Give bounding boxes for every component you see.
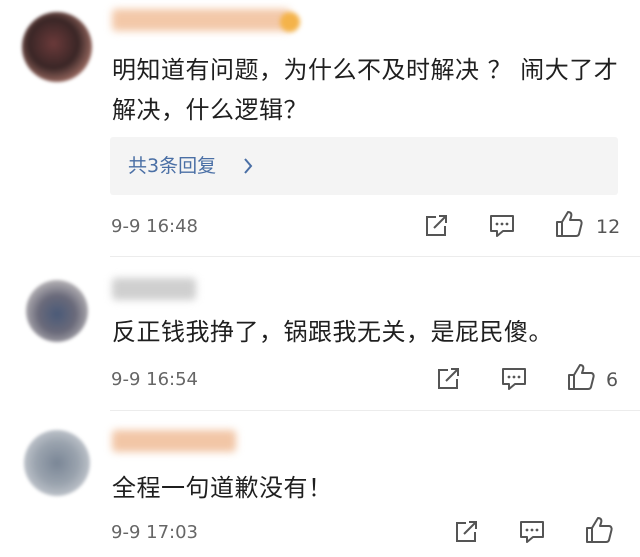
like-button[interactable]	[584, 515, 614, 545]
like-icon	[568, 364, 595, 390]
comment-button[interactable]	[518, 518, 546, 548]
share-button[interactable]	[422, 212, 450, 242]
vip-badge-icon	[280, 12, 300, 32]
share-button[interactable]	[452, 518, 480, 548]
timestamp: 9-9 16:48	[111, 216, 198, 237]
share-icon	[456, 521, 477, 542]
replies-link[interactable]: 共3条回复	[110, 137, 618, 195]
comment-text: 明知道有问题，为什么不及时解决 ？ 闹大了才解决，什么逻辑？	[112, 56, 619, 124]
share-icon	[438, 368, 459, 389]
comment-button[interactable]	[488, 212, 516, 242]
divider	[110, 410, 640, 411]
chevron-right-icon	[242, 137, 254, 217]
avatar[interactable]	[24, 430, 90, 496]
comment-button[interactable]	[500, 365, 528, 395]
timestamp: 9-9 16:54	[111, 369, 198, 390]
comment-icon	[520, 521, 544, 543]
avatar[interactable]	[26, 280, 88, 342]
share-button[interactable]	[434, 365, 462, 395]
replies-label: 共3条回复	[128, 155, 217, 177]
like-icon	[556, 211, 583, 237]
avatar[interactable]	[22, 12, 92, 82]
comment-text: 反正钱我挣了，锅跟我无关，是屁民傻。	[112, 318, 553, 346]
comment-icon	[490, 215, 514, 237]
username[interactable]	[112, 278, 196, 300]
username[interactable]	[112, 430, 236, 452]
like-button[interactable]	[554, 209, 584, 239]
like-icon	[586, 517, 613, 543]
username[interactable]	[112, 9, 290, 31]
like-count: 6	[606, 369, 619, 391]
like-count: 12	[596, 216, 621, 238]
like-button[interactable]	[566, 362, 596, 392]
comment-text: 全程一句道歉没有！	[112, 474, 333, 502]
timestamp: 9-9 17:03	[111, 522, 198, 543]
comment-icon	[502, 368, 526, 390]
divider	[110, 256, 640, 257]
share-icon	[426, 215, 447, 236]
